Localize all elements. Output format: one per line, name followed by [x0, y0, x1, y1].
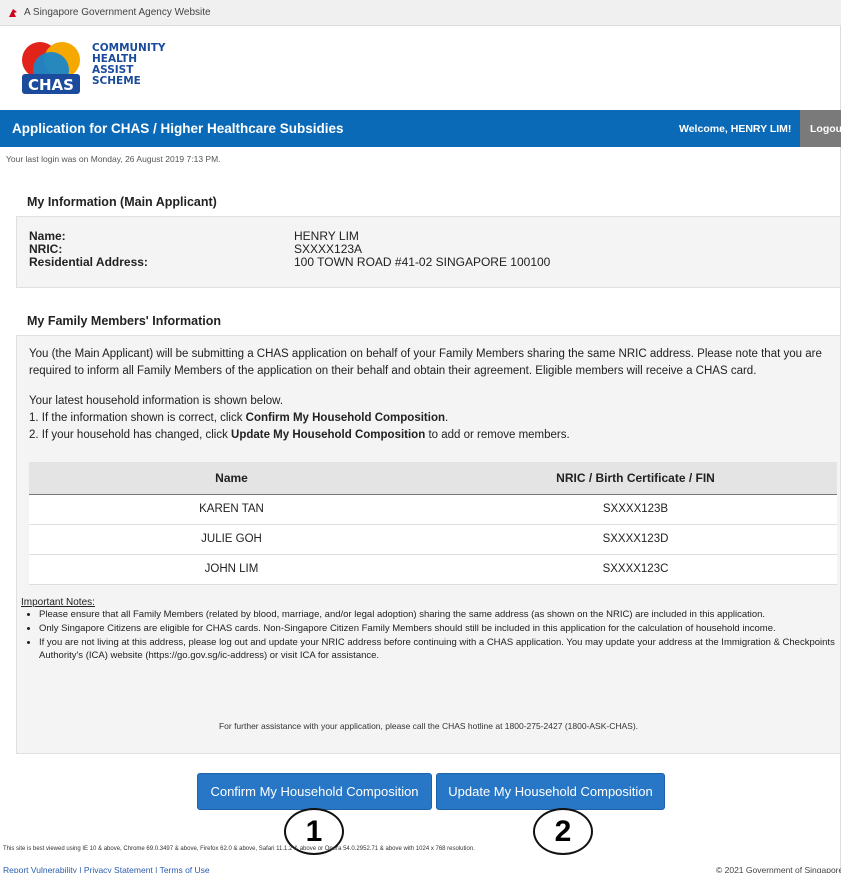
- member-name: KAREN TAN: [29, 494, 434, 525]
- info-label: Name:: [29, 229, 66, 243]
- info-row-name: Name: HENRY LIM: [29, 230, 840, 243]
- family-members-table: Name NRIC / Birth Certificate / FIN KARE…: [29, 462, 837, 585]
- logout-button[interactable]: Logout: [800, 110, 841, 147]
- table-header-row: Name NRIC / Birth Certificate / FIN: [29, 462, 837, 495]
- logo-line: SCHEME: [92, 75, 141, 87]
- info-row-address: Residential Address: 100 TOWN ROAD #41-0…: [29, 256, 840, 269]
- app-header-bar: Application for CHAS / Higher Healthcare…: [0, 110, 841, 147]
- column-header-id: NRIC / Birth Certificate / FIN: [434, 462, 837, 495]
- hotline-text: For further assistance with your applica…: [218, 721, 639, 731]
- copyright-text: © 2021 Government of Singapore: [716, 865, 841, 873]
- family-intro-paragraph: You (the Main Applicant) will be submitt…: [29, 348, 822, 377]
- main-applicant-panel: Name: HENRY LIM NRIC: SXXXX123A Resident…: [16, 216, 841, 288]
- chas-logo-text: CHAS: [28, 76, 74, 94]
- family-heading: My Family Members' Information: [27, 314, 221, 328]
- step-bold: Update My Household Composition: [231, 429, 426, 441]
- step-confirm: 1. If the information shown is correct, …: [29, 410, 839, 427]
- member-id: SXXXX123D: [434, 524, 837, 555]
- main-applicant-heading: My Information (Main Applicant): [27, 195, 217, 209]
- note-item: Please ensure that all Family Members (r…: [39, 608, 839, 621]
- notes-list: Please ensure that all Family Members (r…: [21, 608, 839, 662]
- logo-area: CHAS COMMUNITY HEALTH ASSIST SCHEME: [0, 26, 841, 110]
- browser-support-note: This site is best viewed using IE 10 & a…: [3, 846, 475, 852]
- household-steps: Your latest household information is sho…: [29, 393, 839, 444]
- notes-heading: Important Notes:: [21, 597, 95, 608]
- privacy-statement-link[interactable]: Privacy Statement: [84, 865, 153, 873]
- table-row: JOHN LIM SXXXX123C: [29, 554, 837, 585]
- note-item: If you are not living at this address, p…: [39, 636, 839, 662]
- member-name: JULIE GOH: [29, 524, 434, 555]
- step-text: to add or remove members.: [425, 429, 570, 441]
- last-login-text: Your last login was on Monday, 26 August…: [6, 154, 221, 164]
- family-panel: You (the Main Applicant) will be submitt…: [16, 335, 841, 754]
- chas-logo-icon[interactable]: CHAS: [16, 36, 86, 100]
- important-notes: Important Notes: Please ensure that all …: [21, 597, 839, 663]
- member-name: JOHN LIM: [29, 554, 434, 585]
- logo-wordmark: COMMUNITY HEALTH ASSIST SCHEME: [92, 43, 166, 87]
- report-vulnerability-link[interactable]: Report Vulnerability: [3, 865, 77, 873]
- callout-2: 2: [533, 808, 593, 855]
- terms-of-use-link[interactable]: Terms of Use: [160, 865, 210, 873]
- info-label: Residential Address:: [29, 255, 148, 269]
- gov-masthead: A Singapore Government Agency Website: [0, 0, 841, 26]
- footer-links: Report Vulnerability | Privacy Statement…: [3, 865, 210, 873]
- step-text: 1. If the information shown is correct, …: [29, 412, 246, 424]
- page-title: Application for CHAS / Higher Healthcare…: [12, 121, 344, 136]
- household-intro: Your latest household information is sho…: [29, 395, 284, 407]
- note-item: Only Singapore Citizens are eligible for…: [39, 622, 839, 635]
- gov-masthead-text: A Singapore Government Agency Website: [24, 7, 211, 18]
- welcome-message: Welcome, HENRY LIM!: [679, 122, 792, 135]
- step-update: 2. If your household has changed, click …: [29, 427, 839, 444]
- member-id: SXXXX123C: [434, 554, 837, 585]
- step-bold: Confirm My Household Composition: [245, 412, 445, 424]
- member-id: SXXXX123B: [434, 494, 837, 525]
- info-value: 100 TOWN ROAD #41-02 SINGAPORE 100100: [294, 255, 551, 269]
- table-row: KAREN TAN SXXXX123B: [29, 494, 837, 525]
- confirm-household-button[interactable]: Confirm My Household Composition: [197, 773, 432, 810]
- lion-head-icon: [9, 8, 17, 17]
- update-household-button[interactable]: Update My Household Composition: [436, 773, 665, 810]
- step-text: 2. If your household has changed, click: [29, 429, 232, 441]
- column-header-name: Name: [29, 462, 434, 495]
- step-text: .: [445, 412, 449, 424]
- table-row: JULIE GOH SXXXX123D: [29, 524, 837, 555]
